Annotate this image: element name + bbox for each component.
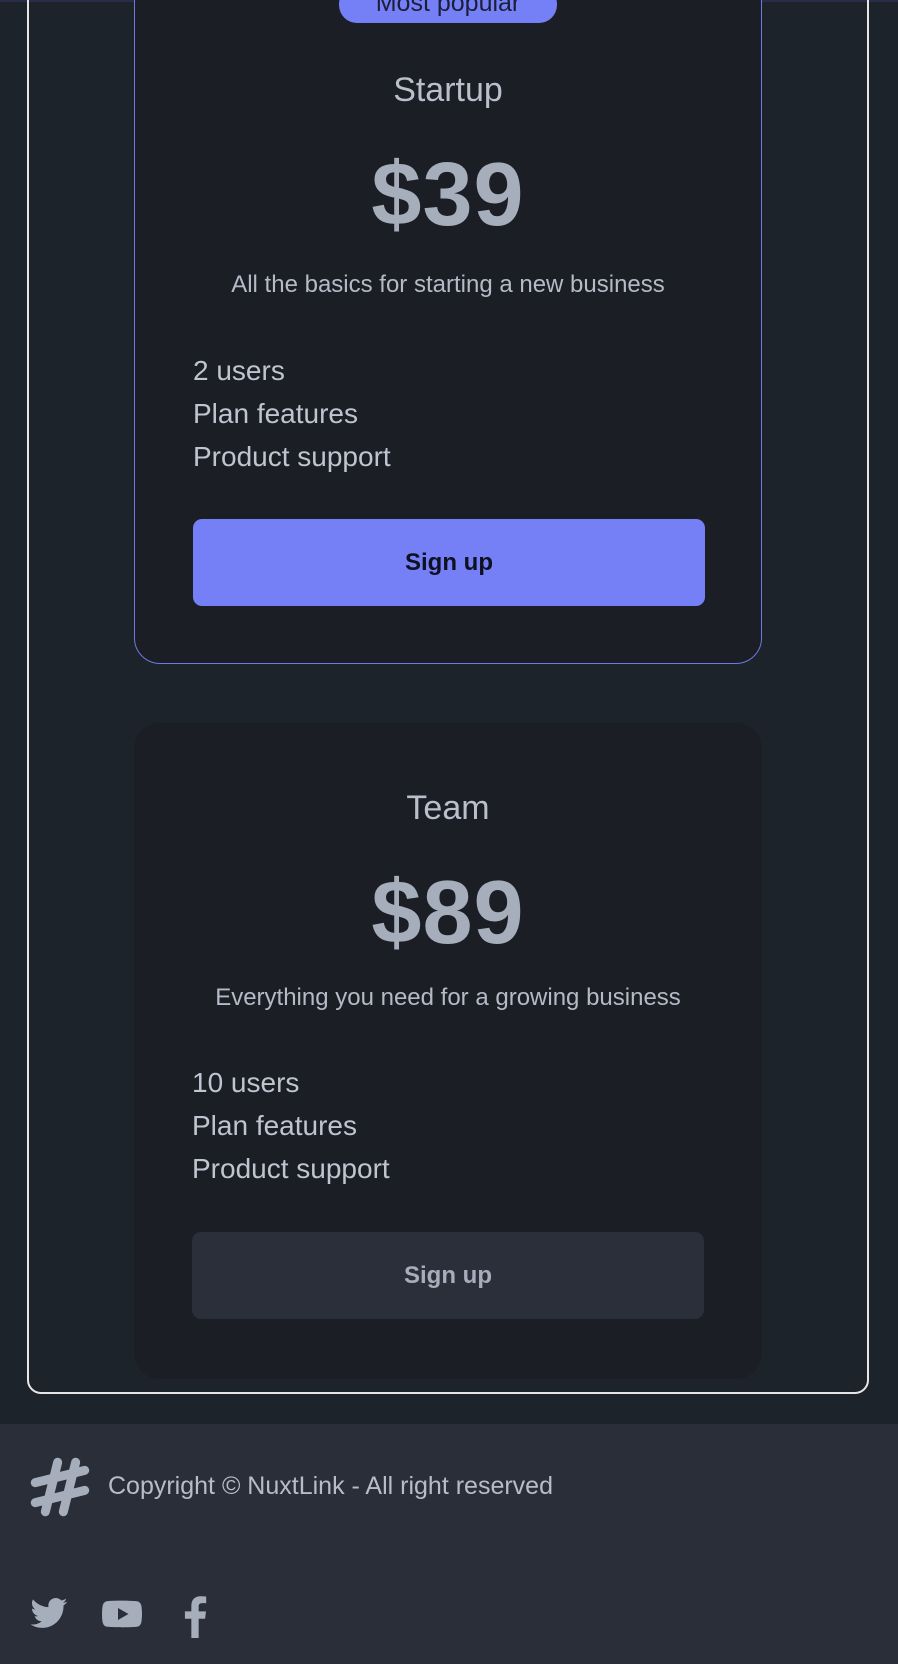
feature-item: Product support (193, 441, 391, 472)
pricing-card-team: Team $89 Everything you need for a growi… (134, 723, 762, 1379)
plan-name: Startup (393, 71, 503, 109)
pricing-card-startup: Startup $39 All the basics for starting … (134, 0, 762, 664)
sign-up-button-team[interactable]: Sign up (192, 1232, 704, 1319)
footer: Copyright © NuxtLink - All right reserve… (0, 1424, 898, 1664)
plan-price: $39 (371, 145, 525, 245)
feature-item: Plan features (192, 1110, 357, 1141)
sign-up-button-startup[interactable]: Sign up (193, 519, 705, 606)
plan-price: $89 (371, 863, 525, 963)
feature-list: 2 users Plan features Product support (193, 349, 391, 478)
plan-name: Team (406, 789, 490, 827)
feature-list: 10 users Plan features Product support (192, 1061, 390, 1190)
youtube-icon[interactable] (99, 1594, 145, 1638)
feature-item: Plan features (193, 398, 358, 429)
facebook-icon[interactable] (178, 1594, 212, 1638)
plan-description: All the basics for starting a new busine… (231, 271, 665, 298)
hashtag-icon (27, 1454, 93, 1520)
feature-item: 10 users (192, 1067, 300, 1098)
feature-item: Product support (192, 1153, 390, 1184)
copyright-text: Copyright © NuxtLink - All right reserve… (108, 1472, 553, 1500)
plan-description: Everything you need for a growing busine… (215, 984, 681, 1011)
pricing-page: Startup $39 All the basics for starting … (0, 0, 898, 1664)
most-popular-badge: Most popular (339, 0, 557, 23)
feature-item: 2 users (193, 355, 285, 386)
twitter-icon[interactable] (27, 1594, 71, 1638)
